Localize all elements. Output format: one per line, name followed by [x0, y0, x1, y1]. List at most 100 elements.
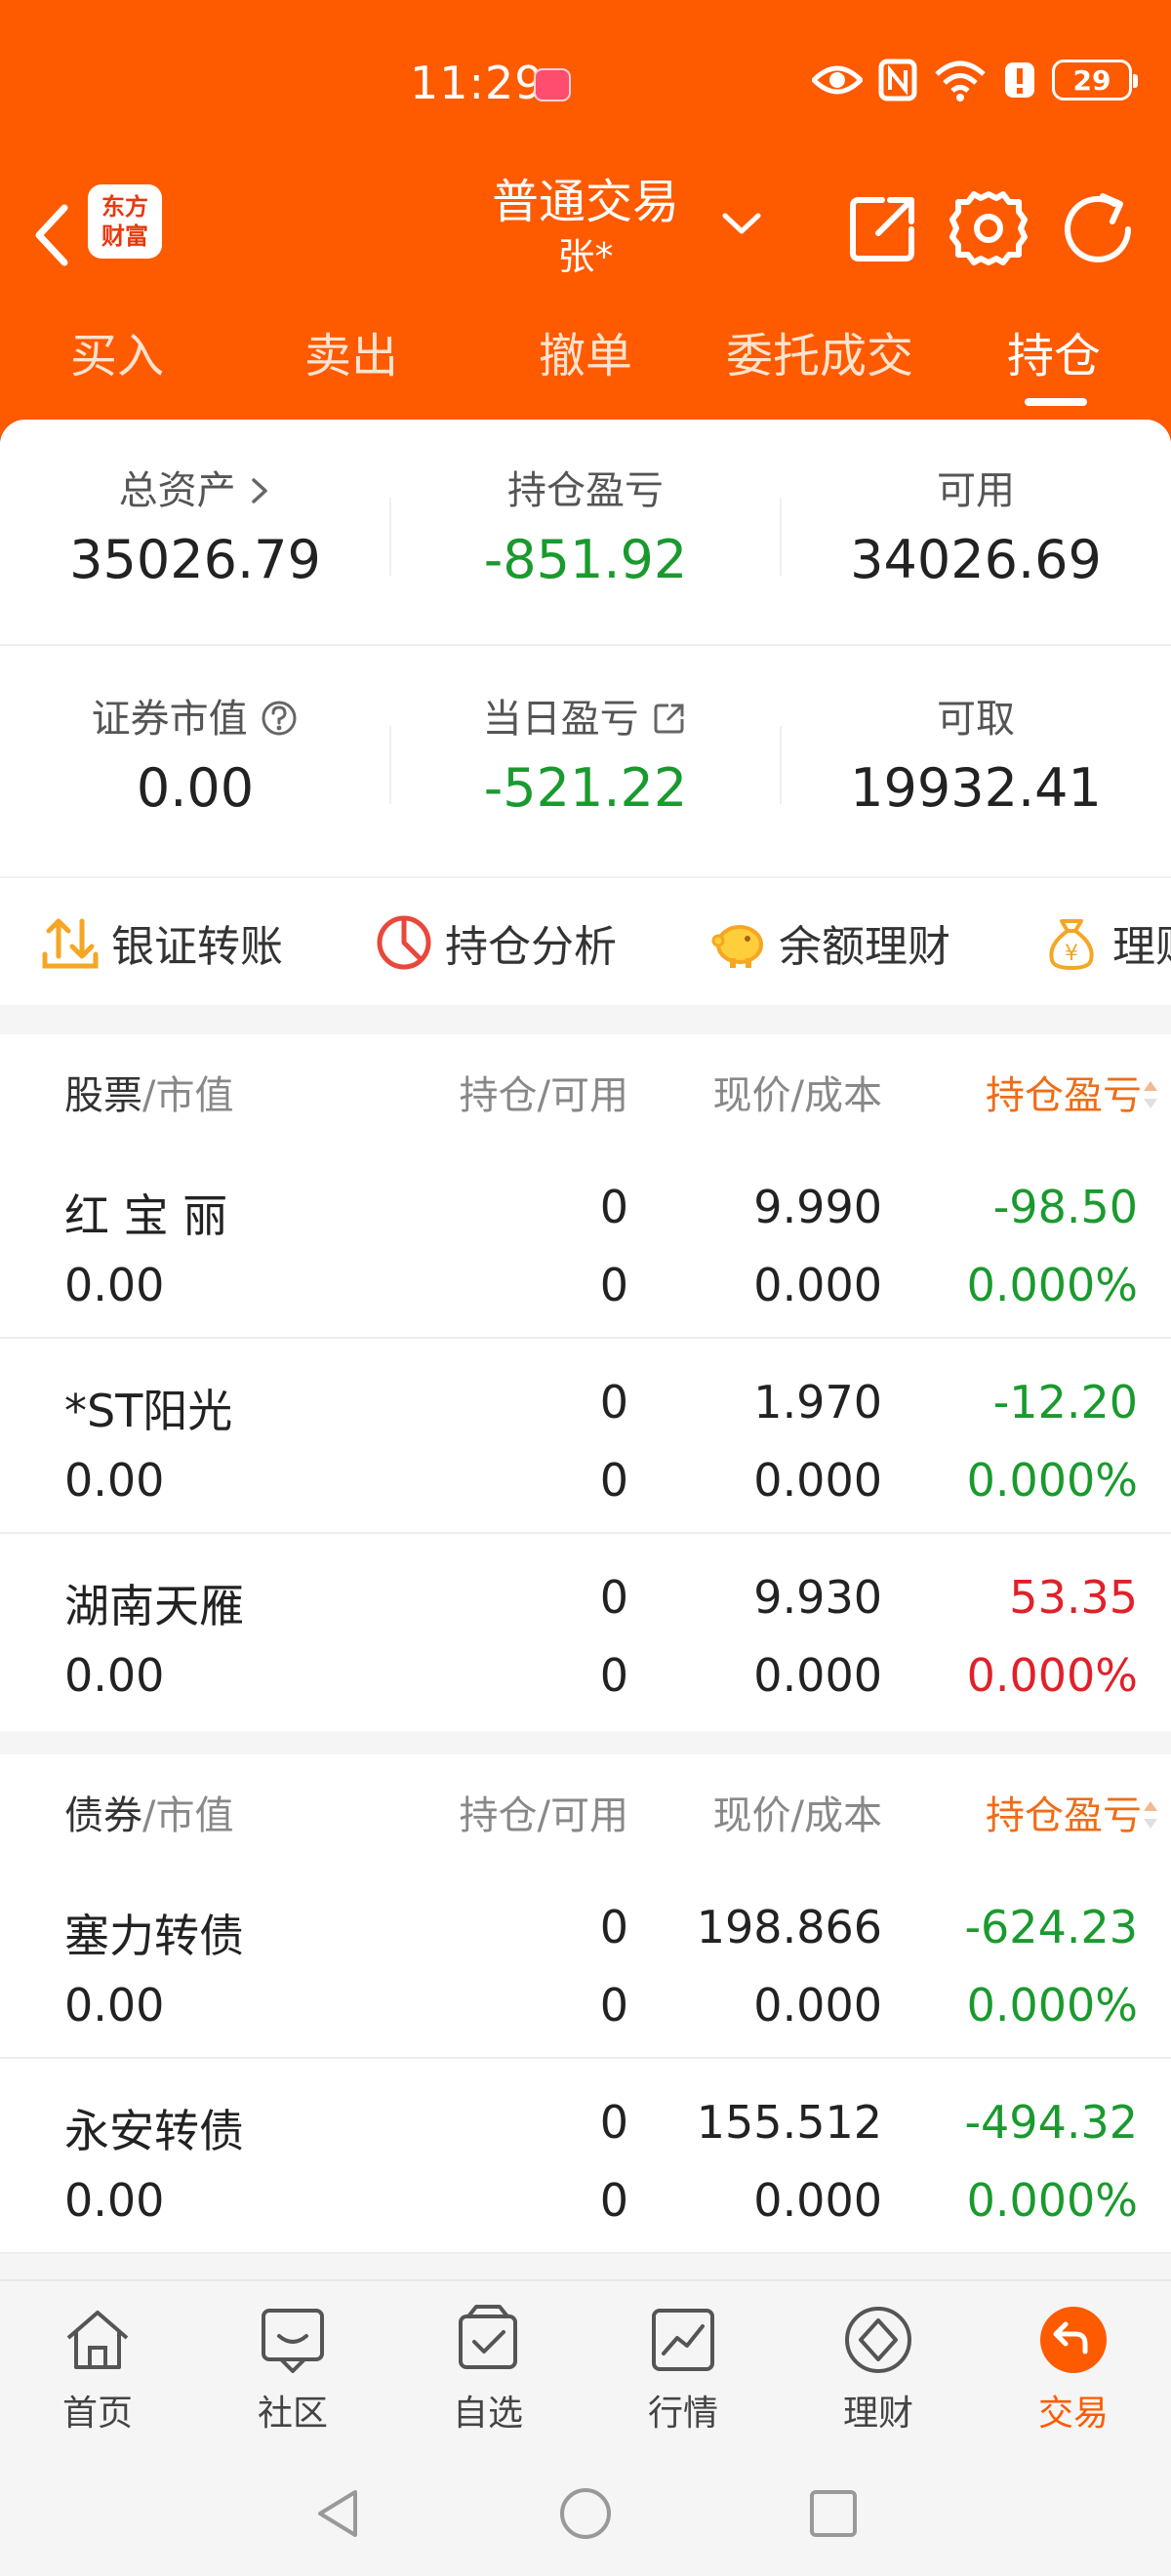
tab-holdings[interactable]: 持仓	[976, 312, 1132, 410]
daily-pl-label-wrap: 当日盈亏	[390, 687, 781, 744]
tab-buy[interactable]: 买入	[39, 312, 195, 410]
bond-pl: -494.32	[964, 2096, 1138, 2149]
holding-pl-value: -851.92	[483, 529, 688, 590]
bond-pl: -624.23	[964, 1901, 1138, 1953]
stock-col-value-label: /市值	[142, 1073, 234, 1118]
nfc-icon	[878, 59, 917, 101]
table-row[interactable]: 永安转债 0.00 0 0 155.512 0.000 -494.32 0.00…	[0, 2059, 1171, 2254]
nav-home[interactable]: 首页	[0, 2301, 195, 2437]
tab-orders[interactable]: 委托成交	[703, 312, 937, 410]
stock-col-name: 股票/市值	[64, 1064, 233, 1120]
stock-col-name-label: 股票	[64, 1073, 142, 1118]
battery-icon: 29	[1052, 60, 1138, 101]
stock-pl-pct: 0.000%	[966, 1259, 1138, 1311]
pie-chart-icon	[377, 915, 431, 970]
bond-col-value-label: /市值	[142, 1793, 234, 1838]
status-bar: 11:29 29	[0, 0, 1171, 171]
holding-analysis-label: 持仓分析	[445, 922, 617, 972]
available-funds: 可用 34026.69	[781, 420, 1171, 646]
bond-col-position: 持仓/可用	[459, 1793, 628, 1838]
stock-col-pl-label: 持仓盈亏	[986, 1073, 1142, 1118]
bond-col-name: 债券/市值	[64, 1784, 233, 1840]
bond-name: 永安转债	[64, 2105, 244, 2157]
table-row[interactable]: *ST阳光 0.00 0 0 1.970 0.000 -12.20 0.000%	[0, 1339, 1171, 1534]
bond-available: 0	[599, 1979, 628, 2032]
summary-row-1: 总资产 35026.79 持仓盈亏 -851.92 可用 34026.69	[0, 420, 1171, 646]
tab-cancel[interactable]: 撤单	[507, 312, 664, 410]
help-icon[interactable]	[260, 699, 299, 738]
trade-tabs: 买入 卖出 撤单 委托成交 持仓	[0, 312, 1171, 410]
stock-price: 1.970	[753, 1376, 882, 1429]
chevron-down-icon[interactable]	[717, 200, 766, 249]
bond-table-header: 债券/市值 持仓/可用 现价/成本 持仓盈亏	[0, 1754, 1171, 1864]
nav-wealth[interactable]: 理财	[781, 2301, 976, 2437]
account-summary: 总资产 35026.79 持仓盈亏 -851.92 可用 34026.69 证券…	[0, 420, 1171, 1005]
transfer-icon	[42, 918, 99, 969]
status-icons: 29	[812, 59, 1138, 101]
stock-hold: 0	[599, 1571, 628, 1624]
refresh-icon[interactable]	[1054, 184, 1142, 272]
stock-pl: 53.35	[1009, 1571, 1138, 1624]
total-assets-label-wrap: 总资产	[0, 459, 390, 515]
table-row[interactable]: 塞力转债 0.00 0 0 198.866 0.000 -624.23 0.00…	[0, 1864, 1171, 2059]
system-recents-icon[interactable]	[806, 2486, 861, 2541]
table-row[interactable]: 红 宝 丽 0.00 0 0 9.990 0.000 -98.50 0.000%	[0, 1144, 1171, 1339]
balance-wealth-button[interactable]: 余额理财	[707, 911, 950, 974]
share-icon[interactable]	[839, 184, 927, 272]
nav-watchlist[interactable]: 自选	[390, 2301, 586, 2437]
nav-community[interactable]: 社区	[195, 2301, 390, 2437]
stock-cost: 0.000	[753, 1649, 882, 1702]
nav-trade-label: 交易	[1037, 2394, 1109, 2434]
withdrawable-label: 可取	[937, 697, 1015, 742]
available-label: 可用	[937, 468, 1015, 513]
system-home-icon[interactable]	[556, 2484, 615, 2543]
bond-pl-pct: 0.000%	[966, 2174, 1138, 2227]
trade-icon	[1040, 2307, 1107, 2373]
back-icon[interactable]	[25, 190, 74, 278]
stock-col-pl[interactable]: 持仓盈亏	[986, 1064, 1159, 1120]
line-chart-icon	[652, 2309, 714, 2371]
daily-pl[interactable]: 当日盈亏 -521.22	[390, 648, 781, 874]
nav-home-label: 首页	[61, 2394, 133, 2434]
holdings-panel: 总资产 35026.79 持仓盈亏 -851.92 可用 34026.69 证券…	[0, 420, 1171, 2254]
piggy-bank-icon	[711, 925, 763, 968]
table-row[interactable]: 湖南天雁 0.00 0 0 9.930 0.000 53.35 0.000%	[0, 1534, 1171, 1729]
gear-icon[interactable]	[945, 184, 1032, 272]
alert-icon	[1005, 62, 1034, 98]
bond-cost: 0.000	[753, 2174, 882, 2227]
bond-col-pl[interactable]: 持仓盈亏	[986, 1784, 1159, 1840]
bond-cost: 0.000	[753, 1979, 882, 2032]
stock-market-value: 0.00	[64, 1259, 165, 1311]
system-back-icon[interactable]	[310, 2484, 365, 2543]
system-navigation	[0, 2447, 1171, 2576]
stock-col-position: 持仓/可用	[459, 1073, 628, 1118]
wealth-button[interactable]: ¥ 理财	[1040, 911, 1171, 974]
checklist-icon	[459, 2305, 517, 2369]
bottom-nav: 首页 社区 自选 行情 理财 交易	[0, 2279, 1171, 2447]
stock-market-value: 0.00	[64, 1454, 165, 1507]
stock-cost: 0.000	[753, 1454, 882, 1507]
daily-pl-label: 当日盈亏	[482, 697, 639, 742]
stock-available: 0	[599, 1649, 628, 1702]
balance-wealth-label: 余额理财	[779, 922, 950, 972]
holding-pl: 持仓盈亏 -851.92	[390, 420, 781, 646]
nav-market[interactable]: 行情	[586, 2301, 781, 2437]
stock-price: 9.930	[753, 1571, 882, 1624]
bond-hold: 0	[599, 1901, 628, 1953]
withdrawable-funds: 可取 19932.41	[781, 648, 1171, 874]
bond-market-value: 0.00	[64, 2174, 165, 2227]
stock-name: 湖南天雁	[64, 1580, 244, 1632]
holding-analysis-button[interactable]: 持仓分析	[373, 911, 617, 974]
tab-sell[interactable]: 卖出	[273, 312, 429, 410]
stock-pl-pct: 0.000%	[966, 1454, 1138, 1507]
total-assets[interactable]: 总资产 35026.79	[0, 420, 390, 646]
stock-pl: -12.20	[992, 1376, 1138, 1429]
bank-transfer-button[interactable]: 银证转账	[39, 911, 283, 974]
nav-trade[interactable]: 交易	[976, 2301, 1171, 2437]
nav-watchlist-label: 自选	[452, 2394, 523, 2434]
bond-holdings: 债券/市值 持仓/可用 现价/成本 持仓盈亏 塞力转债 0.00 0 0 198…	[0, 1754, 1171, 2254]
nav-market-label: 行情	[647, 2394, 718, 2434]
stock-available: 0	[599, 1259, 628, 1311]
stock-pl: -98.50	[992, 1181, 1138, 1233]
securities-value-label-wrap: 证券市值	[0, 687, 390, 744]
